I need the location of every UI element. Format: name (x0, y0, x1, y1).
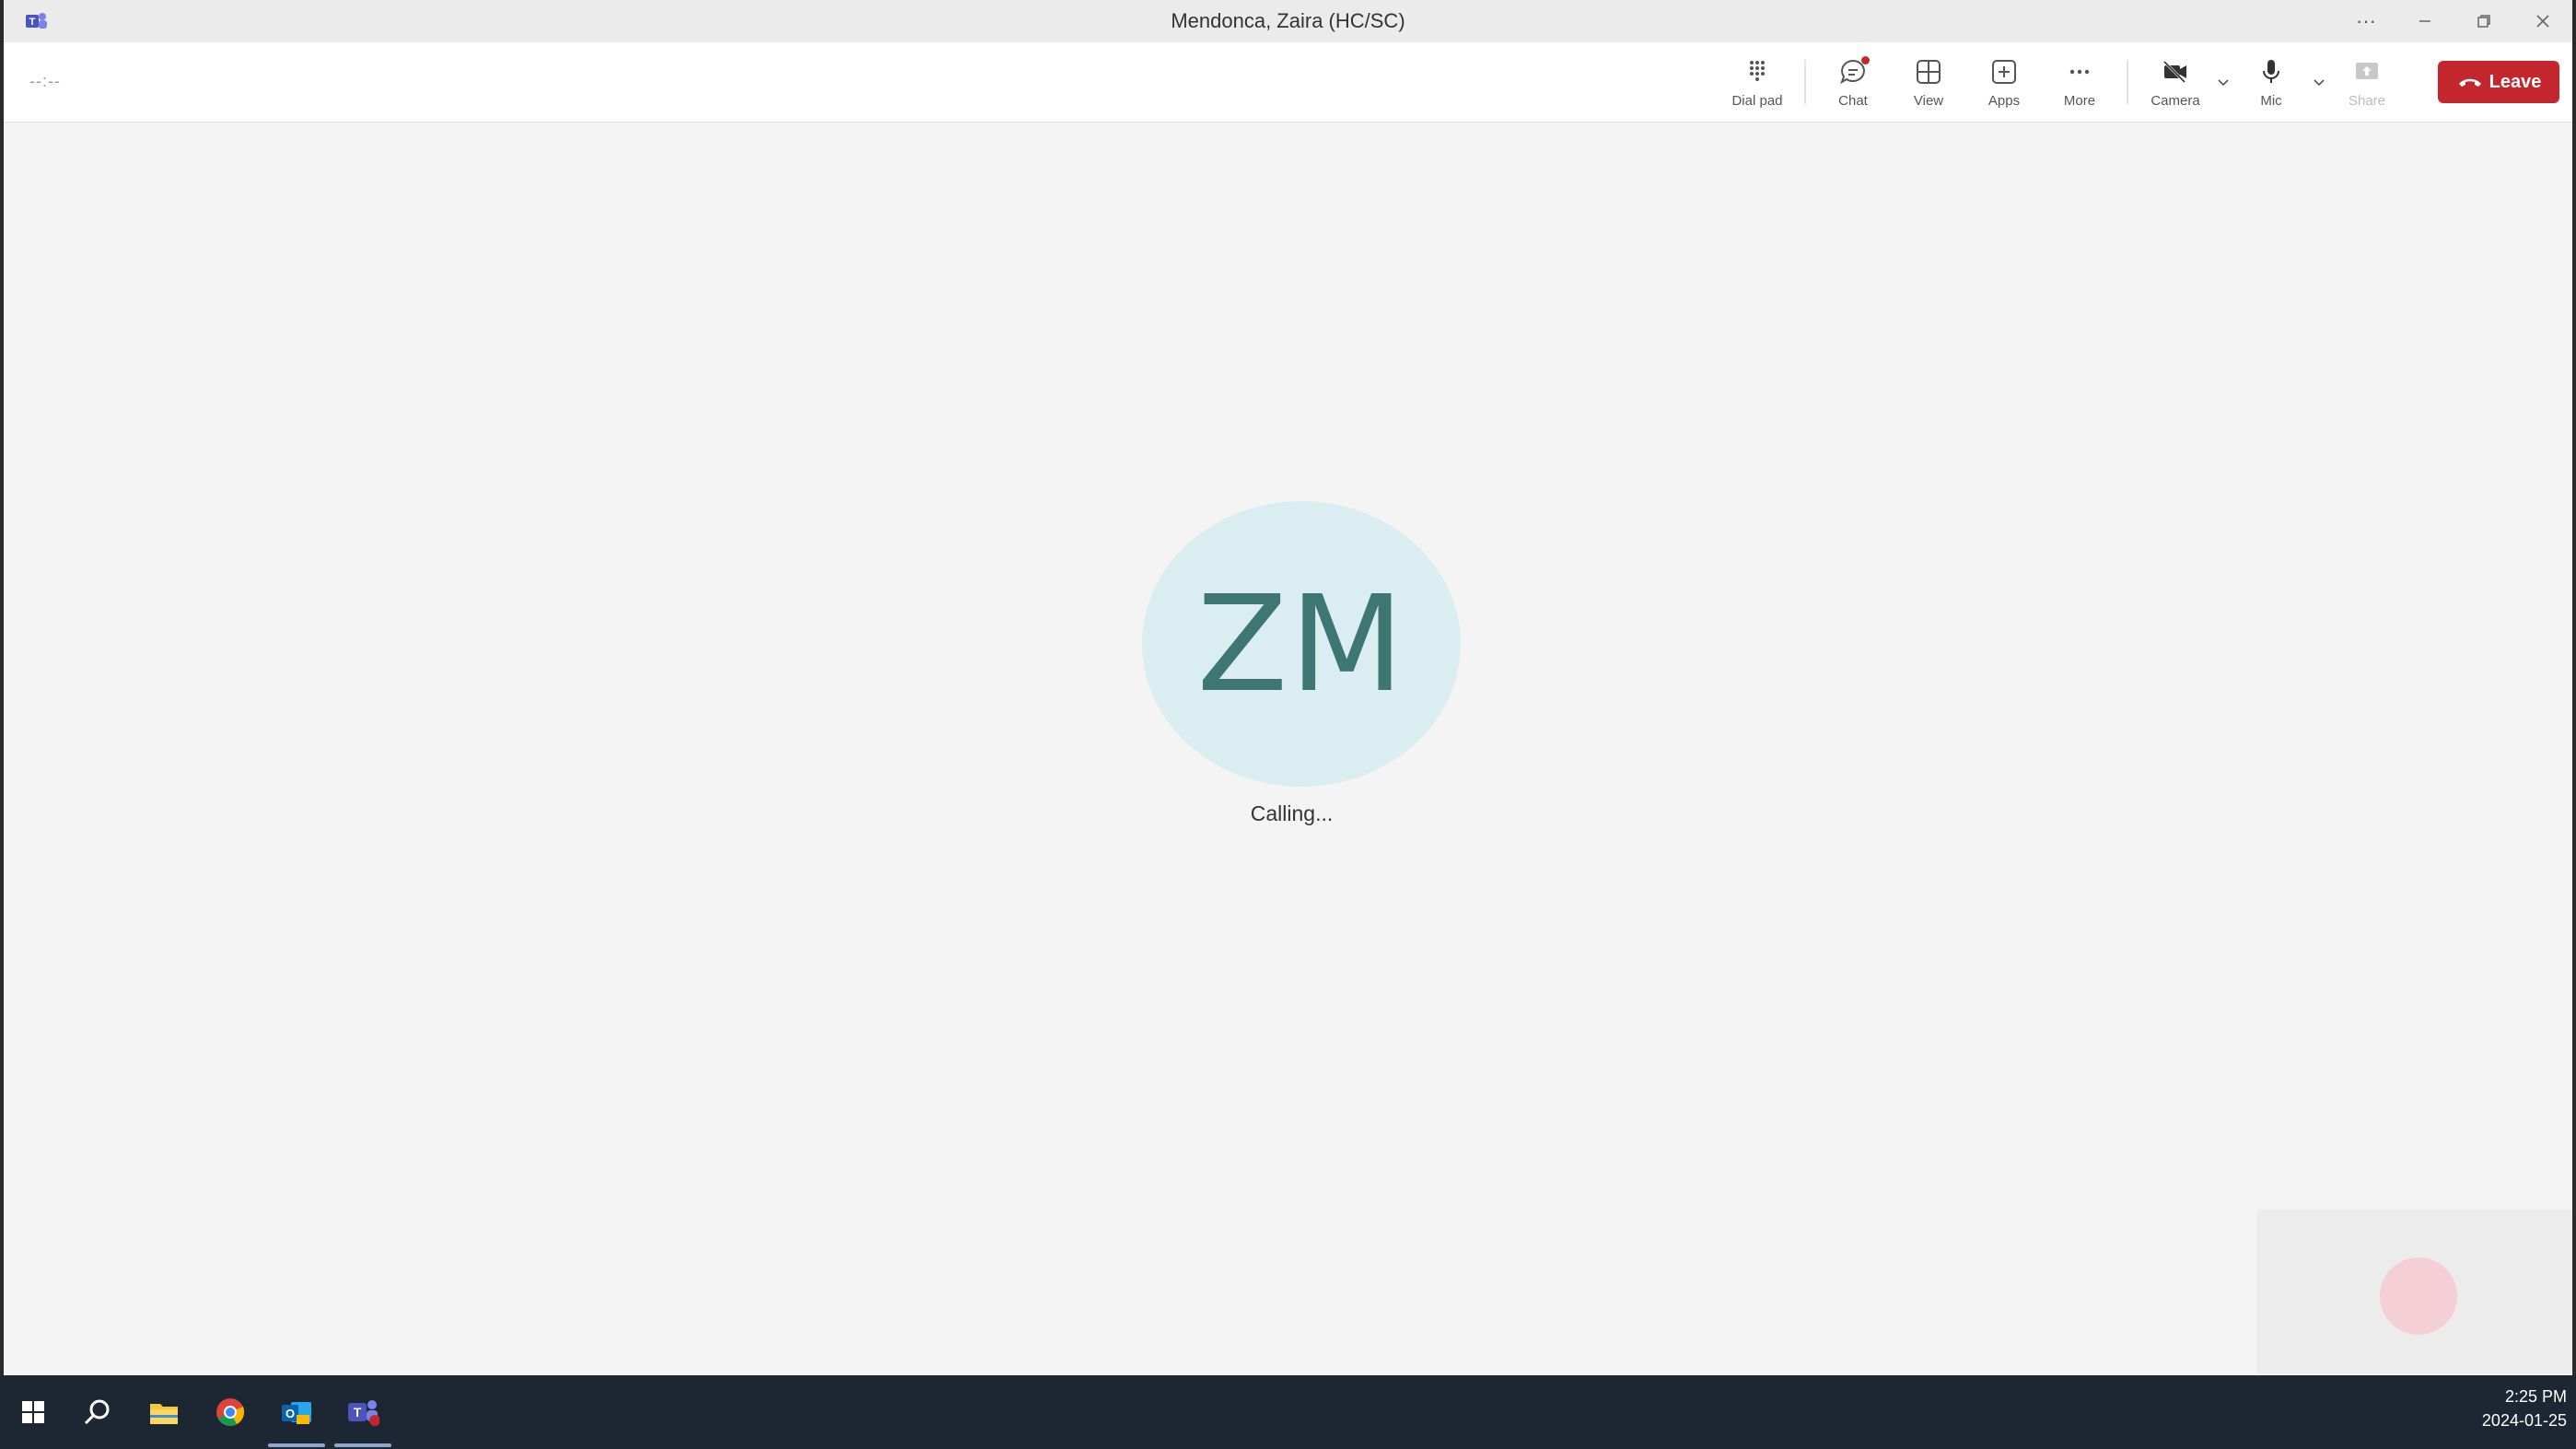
avatar-initials: ZM (1196, 567, 1406, 721)
teams-running-indicator (334, 1443, 391, 1447)
clock-date: 2024-01-25 (2481, 1411, 2567, 1430)
leave-button[interactable]: Leave (2438, 61, 2559, 103)
window-title: Mendonca, Zaira (HC/SC) (1171, 9, 1405, 32)
call-toolbar: --:-- Dial pad Chat View Apps More Camer… (4, 42, 2572, 123)
view-label: View (1913, 92, 1944, 109)
search-icon[interactable] (79, 1394, 116, 1431)
contact-avatar: ZM (1142, 501, 1461, 787)
call-controls: Dial pad Chat View Apps More Camera Mic … (1719, 42, 2559, 122)
more-icon (2069, 69, 2090, 74)
self-avatar (2380, 1257, 2457, 1335)
more-icon[interactable]: ··· (2337, 0, 2395, 42)
window-controls: ··· (2337, 0, 2572, 42)
clock-time: 2:25 PM (2504, 1387, 2567, 1406)
call-timer: --:-- (29, 72, 61, 90)
file-explorer-icon[interactable] (146, 1394, 182, 1431)
camera-label: Camera (2151, 92, 2200, 109)
self-video-preview[interactable] (2256, 1209, 2572, 1373)
view-grid-icon (1917, 59, 1941, 84)
teams-call-window: T Mendonca, Zaira (HC/SC) ··· --:-- Dial… (0, 0, 2576, 1375)
svg-text:T: T (29, 17, 36, 28)
camera-off-icon (2162, 60, 2186, 83)
minimize-icon[interactable] (2395, 0, 2454, 42)
restore-icon[interactable] (2454, 0, 2513, 42)
outlook-running-indicator (268, 1443, 325, 1447)
chrome-icon[interactable] (212, 1394, 249, 1431)
dialpad-button[interactable]: Dial pad (1719, 42, 1795, 122)
dialpad-icon (1750, 60, 1765, 81)
apps-label: Apps (1987, 92, 2021, 109)
svg-text:O: O (286, 1407, 295, 1420)
windows-start-icon[interactable] (15, 1394, 52, 1431)
more-label: More (2063, 92, 2096, 109)
share-button[interactable]: Share (2329, 42, 2405, 122)
share-screen-icon (2356, 62, 2378, 79)
mic-button[interactable]: Mic (2233, 42, 2309, 122)
toolbar-divider (2127, 60, 2128, 104)
teams-icon: T (24, 10, 48, 32)
chat-button[interactable]: Chat (1815, 42, 1891, 122)
call-status: Calling... (1250, 801, 1334, 825)
apps-button[interactable]: Apps (1966, 42, 2042, 122)
view-button[interactable]: View (1891, 42, 1966, 122)
camera-button[interactable]: Camera (2138, 42, 2213, 122)
close-icon[interactable] (2513, 0, 2572, 42)
title-bar: T Mendonca, Zaira (HC/SC) ··· (4, 0, 2572, 42)
chat-label: Chat (1838, 92, 1868, 109)
mic-options-chevron-icon[interactable] (2309, 42, 2329, 122)
mic-label: Mic (2260, 92, 2282, 109)
hang-up-icon (2458, 78, 2481, 87)
outlook-icon[interactable]: O (278, 1394, 315, 1431)
system-clock[interactable]: 2:25 PM 2024-01-25 (2482, 1385, 2567, 1432)
camera-options-chevron-icon[interactable] (2213, 42, 2233, 122)
microphone-icon (2263, 59, 2279, 83)
svg-text:T: T (354, 1405, 362, 1420)
teams-icon[interactable]: T (344, 1394, 381, 1431)
more-button[interactable]: More (2042, 42, 2117, 122)
toolbar-divider (1804, 60, 1806, 104)
apps-add-icon (1992, 59, 2016, 84)
chat-notification-dot (1861, 56, 1870, 64)
leave-label: Leave (2489, 71, 2542, 92)
share-label: Share (2348, 92, 2386, 109)
taskbar: O T 2:25 PM 2024-01-25 (0, 1375, 2576, 1449)
dialpad-label: Dial pad (1731, 92, 1783, 109)
